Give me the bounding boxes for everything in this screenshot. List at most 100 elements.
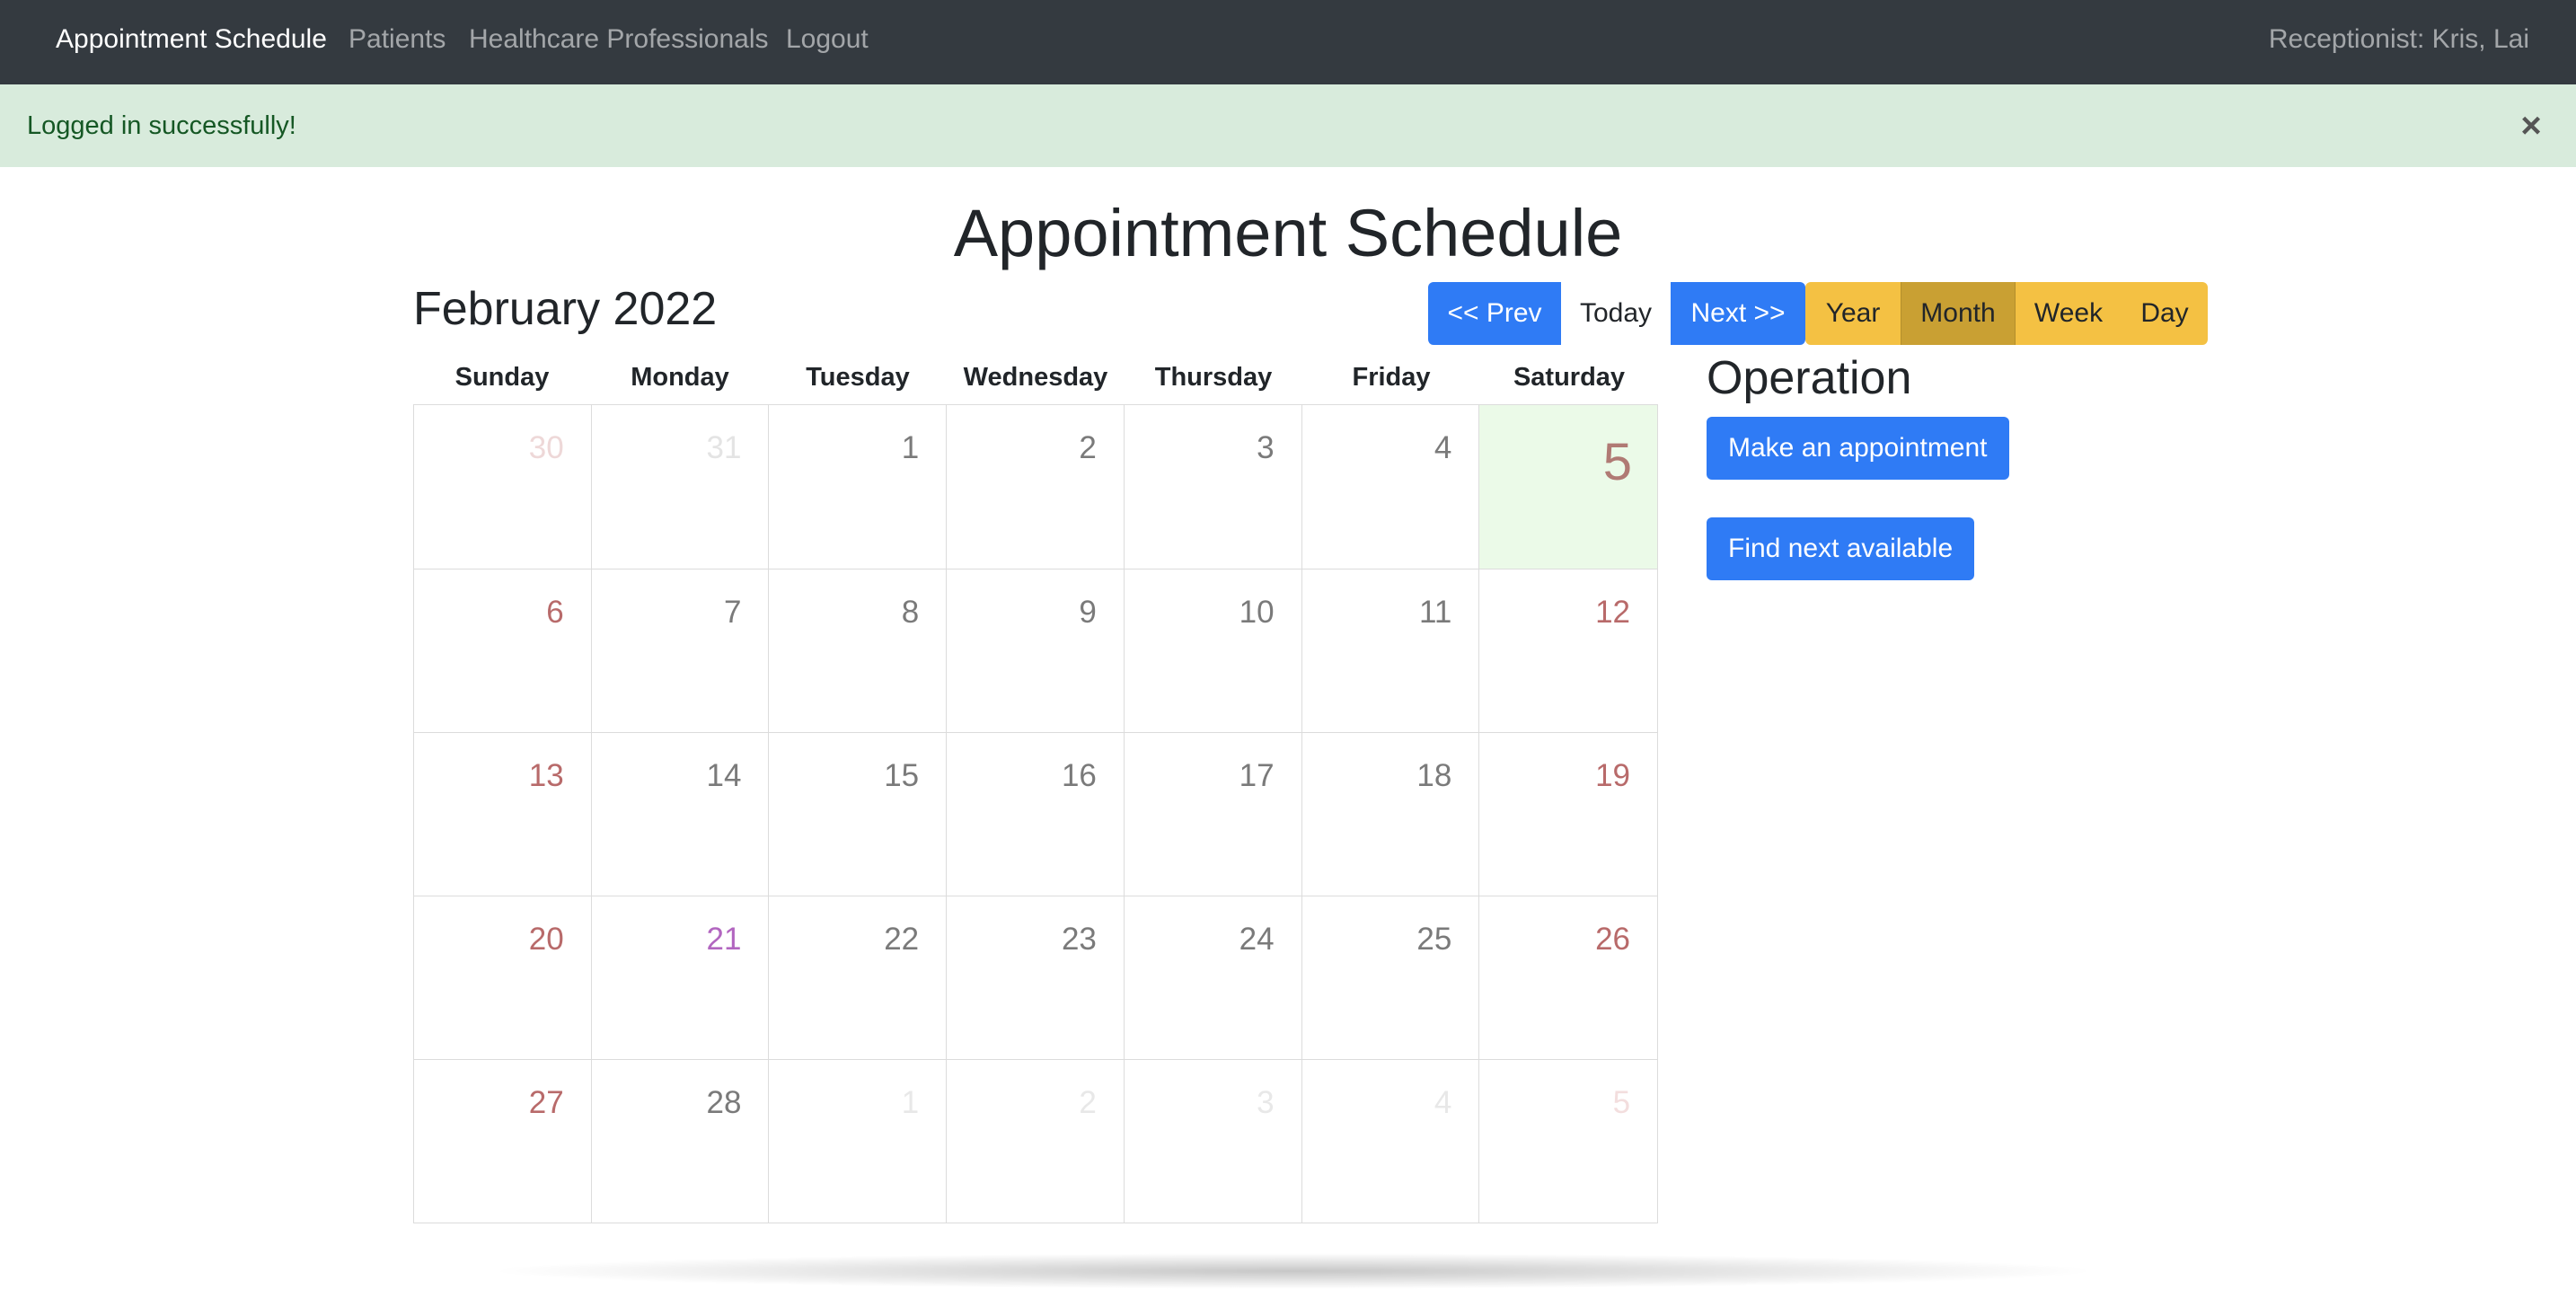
day-cell[interactable]: 21 [591, 896, 770, 1059]
day-cell[interactable]: 9 [947, 569, 1125, 732]
day-number: 4 [1434, 1085, 1452, 1120]
day-cell[interactable]: 4 [1302, 405, 1480, 569]
day-cell[interactable]: 20 [414, 896, 592, 1059]
day-number: 19 [1595, 758, 1631, 793]
current-user: Receptionist: Kris, Lai [2268, 24, 2529, 54]
day-cell[interactable]: 27 [414, 1059, 592, 1223]
day-cell[interactable]: 8 [769, 569, 948, 732]
day-cell[interactable]: 16 [947, 732, 1125, 896]
day-cell[interactable]: 10 [1124, 569, 1302, 732]
day-number: 3 [1257, 1085, 1275, 1120]
today-button[interactable]: Today [1561, 282, 1671, 345]
day-cell[interactable]: 14 [591, 732, 770, 896]
day-cell[interactable]: 3 [1124, 1059, 1302, 1223]
day-number: 5 [1612, 1085, 1631, 1120]
day-number: 1 [901, 1085, 920, 1120]
day-cell[interactable]: 1 [769, 405, 948, 569]
day-number: 11 [1418, 595, 1452, 630]
weekday-label: Friday [1352, 363, 1431, 392]
nav-link-healthcare-professionals[interactable]: Healthcare Professionals [469, 0, 769, 79]
day-number: 8 [901, 595, 920, 630]
day-cell[interactable]: 2 [947, 1059, 1125, 1223]
day-number: 2 [1079, 1085, 1097, 1120]
view-year-button[interactable]: Year [1805, 282, 1901, 345]
day-cell[interactable]: 4 [1301, 1059, 1480, 1223]
day-number: 26 [1595, 922, 1631, 957]
day-number: 17 [1239, 758, 1275, 793]
day-number: 25 [1416, 922, 1452, 957]
day-cell[interactable]: 18 [1301, 732, 1480, 896]
week-row: 30 31 1 2 3 4 5 [414, 405, 1658, 569]
day-number: 9 [1079, 595, 1097, 630]
view-week-button[interactable]: Week [2016, 282, 2122, 345]
day-cell[interactable]: 2 [947, 405, 1125, 569]
day-number: 12 [1595, 595, 1631, 630]
day-cell[interactable]: 30 [414, 405, 592, 569]
day-number: 31 [706, 430, 742, 465]
day-number: 27 [528, 1085, 564, 1120]
day-cell[interactable]: 17 [1124, 732, 1302, 896]
day-cell[interactable]: 28 [591, 1059, 770, 1223]
navbar-brand[interactable]: Appointment Schedule [56, 0, 327, 79]
day-cell[interactable]: 1 [769, 1059, 948, 1223]
day-cell[interactable]: 23 [947, 896, 1125, 1059]
day-number: 7 [723, 595, 742, 630]
weekday-label: Thursday [1154, 363, 1273, 392]
day-cell[interactable]: 12 [1479, 569, 1658, 732]
day-number: 5 [1602, 433, 1633, 491]
day-number: 2 [1079, 430, 1097, 465]
calendar-grid: 30 31 1 2 3 4 5 6 7 8 9 10 11 12 13 14 15 16 17 18 19 20 21 22 2… [413, 404, 1658, 1223]
day-cell[interactable]: 24 [1124, 896, 1302, 1059]
week-row: 20 21 22 23 24 25 26 [414, 896, 1658, 1059]
day-number: 22 [884, 922, 920, 957]
next-button[interactable]: Next >> [1671, 282, 1805, 345]
day-cell[interactable]: 6 [414, 569, 592, 732]
month-calendar: Sunday Monday Tuesday Wednesday Thursday… [413, 350, 1659, 1223]
day-number: 3 [1257, 430, 1275, 465]
day-number: 21 [706, 922, 742, 957]
day-cell[interactable]: 25 [1301, 896, 1480, 1059]
nav-link-logout[interactable]: Logout [786, 0, 869, 79]
prev-button[interactable]: << Prev [1428, 282, 1561, 345]
bottom-shadow [485, 1253, 2102, 1289]
day-cell[interactable]: 5 [1479, 1059, 1658, 1223]
day-cell[interactable]: 26 [1479, 896, 1658, 1059]
navbar: Appointment Schedule Patients Healthcare… [0, 0, 2576, 84]
day-number: 15 [884, 758, 920, 793]
day-cell[interactable]: 7 [591, 569, 770, 732]
day-number: 10 [1239, 595, 1275, 630]
nav-link-patients[interactable]: Patients [348, 0, 446, 79]
close-icon[interactable]: × [2506, 84, 2556, 167]
week-row: 27 28 1 2 3 4 5 [414, 1059, 1658, 1223]
day-cell[interactable]: 3 [1125, 405, 1302, 569]
day-cell[interactable]: 11 [1301, 569, 1480, 732]
day-number: 28 [706, 1085, 742, 1120]
page-title: Appointment Schedule [953, 196, 1623, 270]
day-number: 6 [546, 595, 564, 630]
day-number: 14 [706, 758, 742, 793]
operation-title: Operation [1707, 352, 1912, 404]
day-cell[interactable]: 31 [592, 405, 770, 569]
day-number: 4 [1434, 430, 1452, 465]
day-number: 16 [1061, 758, 1097, 793]
day-cell[interactable]: 15 [769, 732, 948, 896]
day-number: 18 [1416, 758, 1452, 793]
week-row: 13 14 15 16 17 18 19 [414, 732, 1658, 896]
weekday-label: Tuesday [806, 363, 910, 392]
weekday-label: Wednesday [963, 363, 1108, 392]
make-appointment-button[interactable]: Make an appointment [1707, 417, 2009, 480]
success-alert: Logged in successfully! × [0, 84, 2576, 167]
weekday-header: Sunday Monday Tuesday Wednesday Thursday… [413, 350, 1659, 404]
day-cell[interactable]: 22 [769, 896, 948, 1059]
weekday-label: Saturday [1513, 363, 1626, 392]
view-month-button[interactable]: Month [1901, 282, 2016, 345]
day-cell[interactable]: 13 [414, 732, 592, 896]
day-cell-today[interactable]: 5 [1479, 405, 1658, 569]
view-day-button[interactable]: Day [2122, 282, 2208, 345]
find-next-available-button[interactable]: Find next available [1707, 517, 1975, 580]
weekday-label: Sunday [454, 363, 550, 392]
month-title: February 2022 [413, 283, 718, 335]
day-cell[interactable]: 19 [1479, 732, 1658, 896]
day-number: 20 [528, 922, 564, 957]
week-row: 6 7 8 9 10 11 12 [414, 569, 1658, 732]
